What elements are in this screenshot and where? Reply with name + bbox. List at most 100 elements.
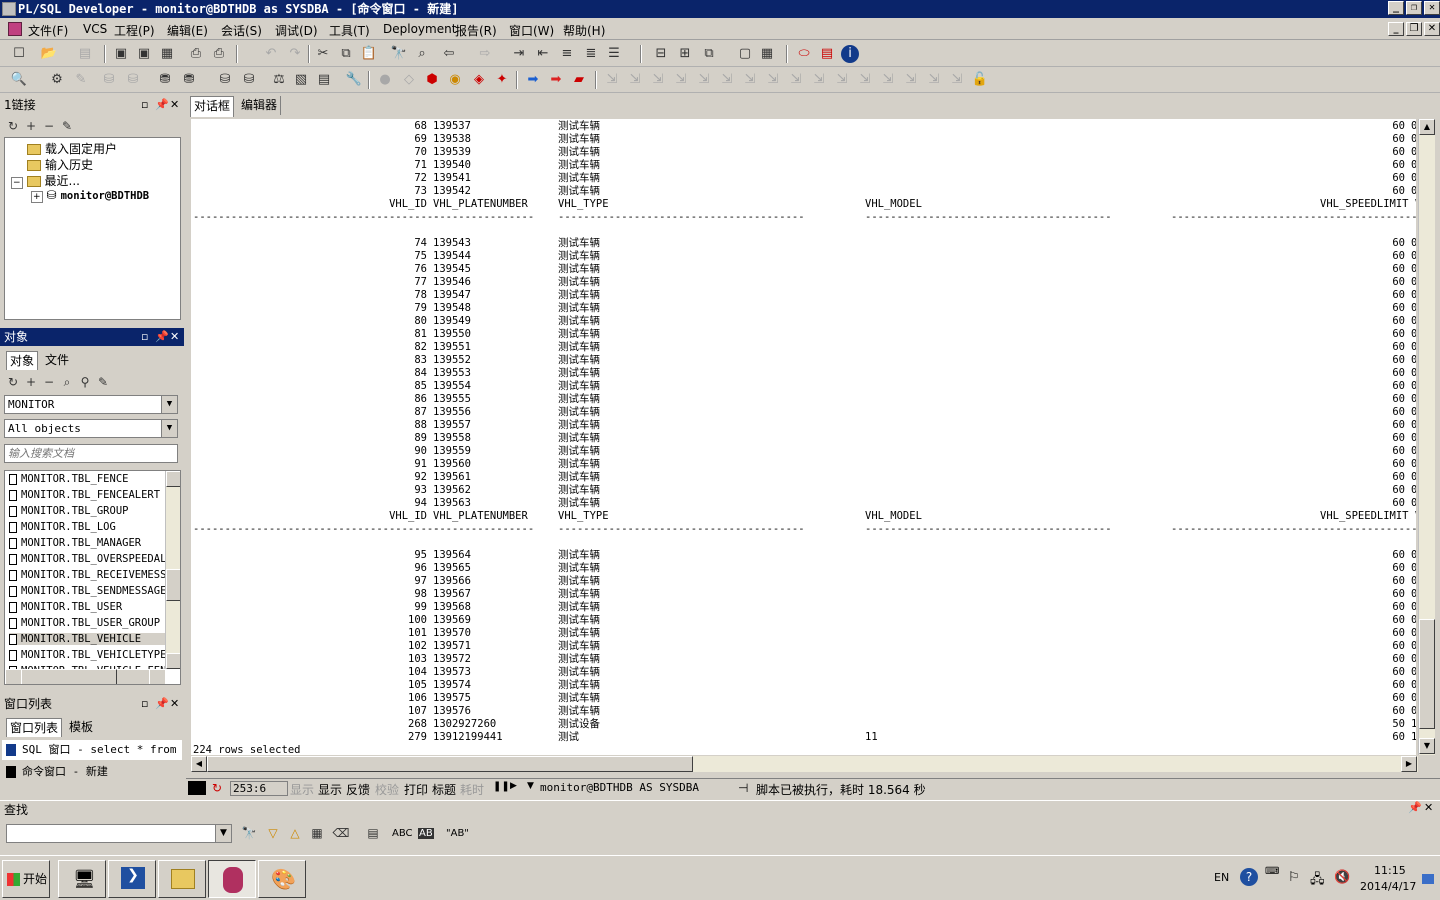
new-icon[interactable]: ☐ [10,45,28,63]
pdf-icon[interactable]: ▤ [818,45,836,63]
restore-button[interactable]: ❐ [1406,1,1422,15]
tab-dialog[interactable]: 对话框 [190,96,235,117]
step-into-icon[interactable]: ⇲ [603,71,621,89]
uncomment-icon[interactable]: ≣ [582,45,600,63]
sql-window-icon[interactable]: ⛃ [180,71,198,89]
play-icon[interactable]: ▶ [510,781,517,791]
edit-icon[interactable]: ✎ [94,373,112,391]
pause-icon[interactable]: ❚❚ [493,781,510,792]
panel-menu-icon[interactable]: ▫ [141,695,148,713]
whole-word-toggle[interactable]: AB [418,828,434,839]
debug-i-icon[interactable]: ⇲ [902,71,920,89]
info-icon[interactable]: i [841,45,859,63]
quoted-text-toggle[interactable]: "AB" [446,828,469,839]
menu-deployment[interactable]: Deployment [383,22,456,36]
clock-time[interactable]: 11:15 [1374,864,1406,877]
menu-file[interactable]: 文件(F) [28,22,68,39]
pen-icon[interactable]: ✎ [72,71,90,89]
refresh-icon[interactable]: ↻ [4,117,22,135]
scroll-up-icon[interactable]: ▲ [166,471,180,487]
network-icon[interactable]: 🖧 [1310,870,1325,892]
filter-icon[interactable]: ⚲ [76,373,94,391]
find-icon[interactable]: ⌕ [58,373,76,391]
expand-icon[interactable]: + [31,191,43,203]
case-sensitive-toggle[interactable]: ABC [392,828,413,839]
tree-item-recent[interactable]: − 最近... [11,172,80,189]
cascade-icon[interactable]: ⧉ [700,45,718,63]
clear-breakpoints-icon[interactable]: ✦ [493,71,511,89]
add-icon[interactable]: + [22,117,40,135]
keyboard-icon[interactable]: ⌨ [1265,866,1279,877]
edit-icon[interactable]: ✎ [58,117,76,135]
wrench-icon[interactable]: 🔧 [345,71,363,89]
pin-icon[interactable]: 📌 [155,695,169,713]
arrow-right-red-icon[interactable]: ➡ [547,71,565,89]
mdi-restore-button[interactable]: ❐ [1406,22,1422,36]
outdent-icon[interactable]: ⇤ [534,45,552,63]
list-item[interactable]: MONITOR.TBL_LOG [9,521,165,533]
find-input[interactable]: ▼ [6,824,232,843]
debug-e-icon[interactable]: ⇲ [810,71,828,89]
paste-icon[interactable]: 📋 [360,45,378,63]
debug-c-icon[interactable]: ⇲ [764,71,782,89]
help-icon[interactable]: ? [1240,868,1258,886]
window-list-item-command[interactable]: 命令窗口 - 新建 [2,762,182,782]
tree-item-fixed-users[interactable]: 载入固定用户 [27,140,117,157]
car-icon[interactable]: ▰ [570,71,588,89]
find-previous-icon[interactable]: △ [286,824,304,842]
navigate-back-icon[interactable]: ⇦ [440,45,458,63]
tab-editor[interactable]: 编辑器 [238,96,282,115]
tree-item-connection[interactable]: + ⛁ monitor@BDTHDB [31,188,149,203]
pin-icon[interactable]: 📌 [155,328,169,346]
run-to-cursor-icon[interactable]: ⇲ [672,71,690,89]
find-next-icon[interactable]: ▽ [264,824,282,842]
feedback-button[interactable]: 反馈 [346,781,370,798]
list-item-selected[interactable]: MONITOR.TBL_VEHICLE [9,633,165,645]
search-icon[interactable]: 🔍 [10,71,28,89]
clock-date[interactable]: 2014/4/17 [1360,880,1416,893]
minimize-button[interactable]: _ [1388,1,1404,15]
list-item[interactable]: MONITOR.TBL_USER [9,601,165,613]
document-icon[interactable]: ▤ [315,71,333,89]
owner-select[interactable]: MONITOR ▼ [4,395,178,414]
list-item[interactable]: MONITOR.TBL_FENCEALERT [9,489,165,501]
output-vscrollbar[interactable]: ▲ ▼ [1418,119,1435,755]
find-replace-icon[interactable]: ⌕ [413,45,431,63]
chevron-down-icon[interactable]: ▼ [161,396,177,413]
tile-horizontal-icon[interactable]: ⊟ [652,45,670,63]
panel-menu-icon[interactable]: ▫ [141,96,148,114]
copy-icon[interactable]: ⧉ [337,45,355,63]
step-over-icon[interactable]: ⇲ [626,71,644,89]
chevron-down-icon[interactable]: ▼ [215,825,231,842]
remove-icon[interactable]: − [40,373,58,391]
list-item[interactable]: MONITOR.TBL_FENCE [9,473,165,485]
list-item[interactable]: MONITOR.TBL_OVERSPEEDALE [9,553,165,565]
show-button[interactable]: 显示 [290,781,314,798]
menu-reports[interactable]: 报告(R) [455,22,497,39]
remove-icon[interactable]: − [40,117,58,135]
start-button[interactable]: 开始 [2,860,50,898]
db-connect-icon[interactable]: ⛃ [156,71,174,89]
toggle-breakpoint-icon[interactable]: ◈ [470,71,488,89]
list-item[interactable]: MONITOR.TBL_RECEIVEMESSAG [9,569,165,581]
compare-icon[interactable]: ⚖ [270,71,288,89]
chevron-down-icon[interactable]: ▼ [527,781,534,791]
run-to-exception-icon[interactable]: ⇲ [695,71,713,89]
print-button[interactable]: 打印 [404,781,428,798]
menu-help[interactable]: 帮助(H) [563,22,605,39]
debug-g-icon[interactable]: ⇲ [856,71,874,89]
list-item[interactable]: MONITOR.TBL_MANAGER [9,537,165,549]
command-output[interactable]: 68 139537 测试车辆 60 0 69 139538 测试车辆 60 0 70 139539 测试… [191,119,1416,755]
menu-window[interactable]: 窗口(W) [509,22,554,39]
grid-icon[interactable]: ▦ [758,45,776,63]
echo-button[interactable]: 显示 [318,781,342,798]
menu-debug[interactable]: 调试(D) [275,22,318,39]
highlight-icon[interactable]: ▦ [308,824,326,842]
arrow-right-blue-icon[interactable]: ➡ [524,71,542,89]
report-icon[interactable]: ▧ [292,71,310,89]
mdi-minimize-button[interactable]: _ [1388,22,1404,36]
refresh-icon[interactable]: ↻ [212,781,222,795]
menu-vcs[interactable]: VCS [83,22,107,36]
menu-tools[interactable]: 工具(T) [329,22,370,39]
taskbar-paint[interactable]: 🎨 [258,860,306,898]
